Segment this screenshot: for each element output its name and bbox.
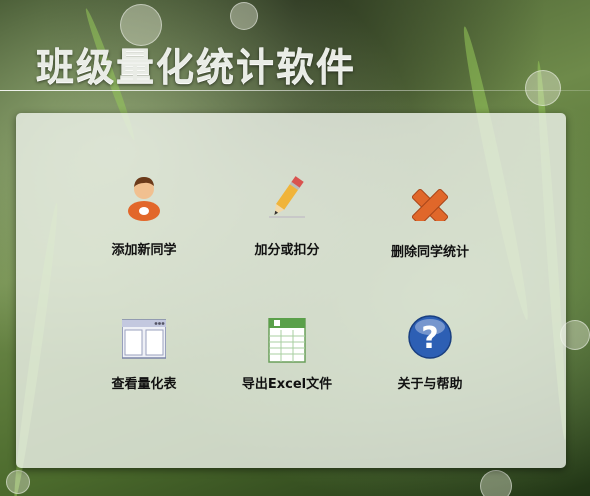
about-help-label: 关于与帮助	[397, 377, 463, 392]
add-deduct-points-button[interactable]: 加分或扣分	[222, 173, 352, 273]
add-student-button[interactable]: 添加新同学	[79, 173, 209, 273]
svg-text:?: ?	[421, 321, 438, 356]
menu-panel: 添加新同学 加分或扣分 删除同学统计 查看量化表 导出Excel文件 ? 关于与…	[16, 113, 566, 468]
pencil-icon	[269, 176, 305, 218]
bokeh-dot	[6, 470, 30, 494]
bokeh-dot	[525, 70, 561, 106]
bokeh-dot	[480, 470, 512, 496]
title-divider	[0, 90, 590, 91]
add-student-label: 添加新同学	[111, 243, 177, 258]
export-excel-button[interactable]: 导出Excel文件	[222, 318, 352, 418]
student-avatar-icon	[128, 177, 160, 221]
table-window-icon	[122, 319, 166, 359]
view-table-button[interactable]: 查看量化表	[79, 318, 209, 418]
help-question-icon: ?	[408, 315, 452, 359]
bokeh-dot	[230, 2, 258, 30]
excel-sheet-icon	[268, 318, 306, 363]
delete-student-stats-label: 删除同学统计	[390, 245, 469, 260]
export-excel-label: 导出Excel文件	[241, 377, 333, 392]
delete-x-icon	[411, 188, 449, 221]
about-help-button[interactable]: ? 关于与帮助	[365, 313, 495, 413]
view-table-label: 查看量化表	[111, 377, 177, 392]
app-title: 班级量化统计软件	[36, 45, 357, 89]
delete-student-stats-button[interactable]: 删除同学统计	[365, 173, 495, 273]
add-deduct-points-label: 加分或扣分	[254, 243, 320, 258]
